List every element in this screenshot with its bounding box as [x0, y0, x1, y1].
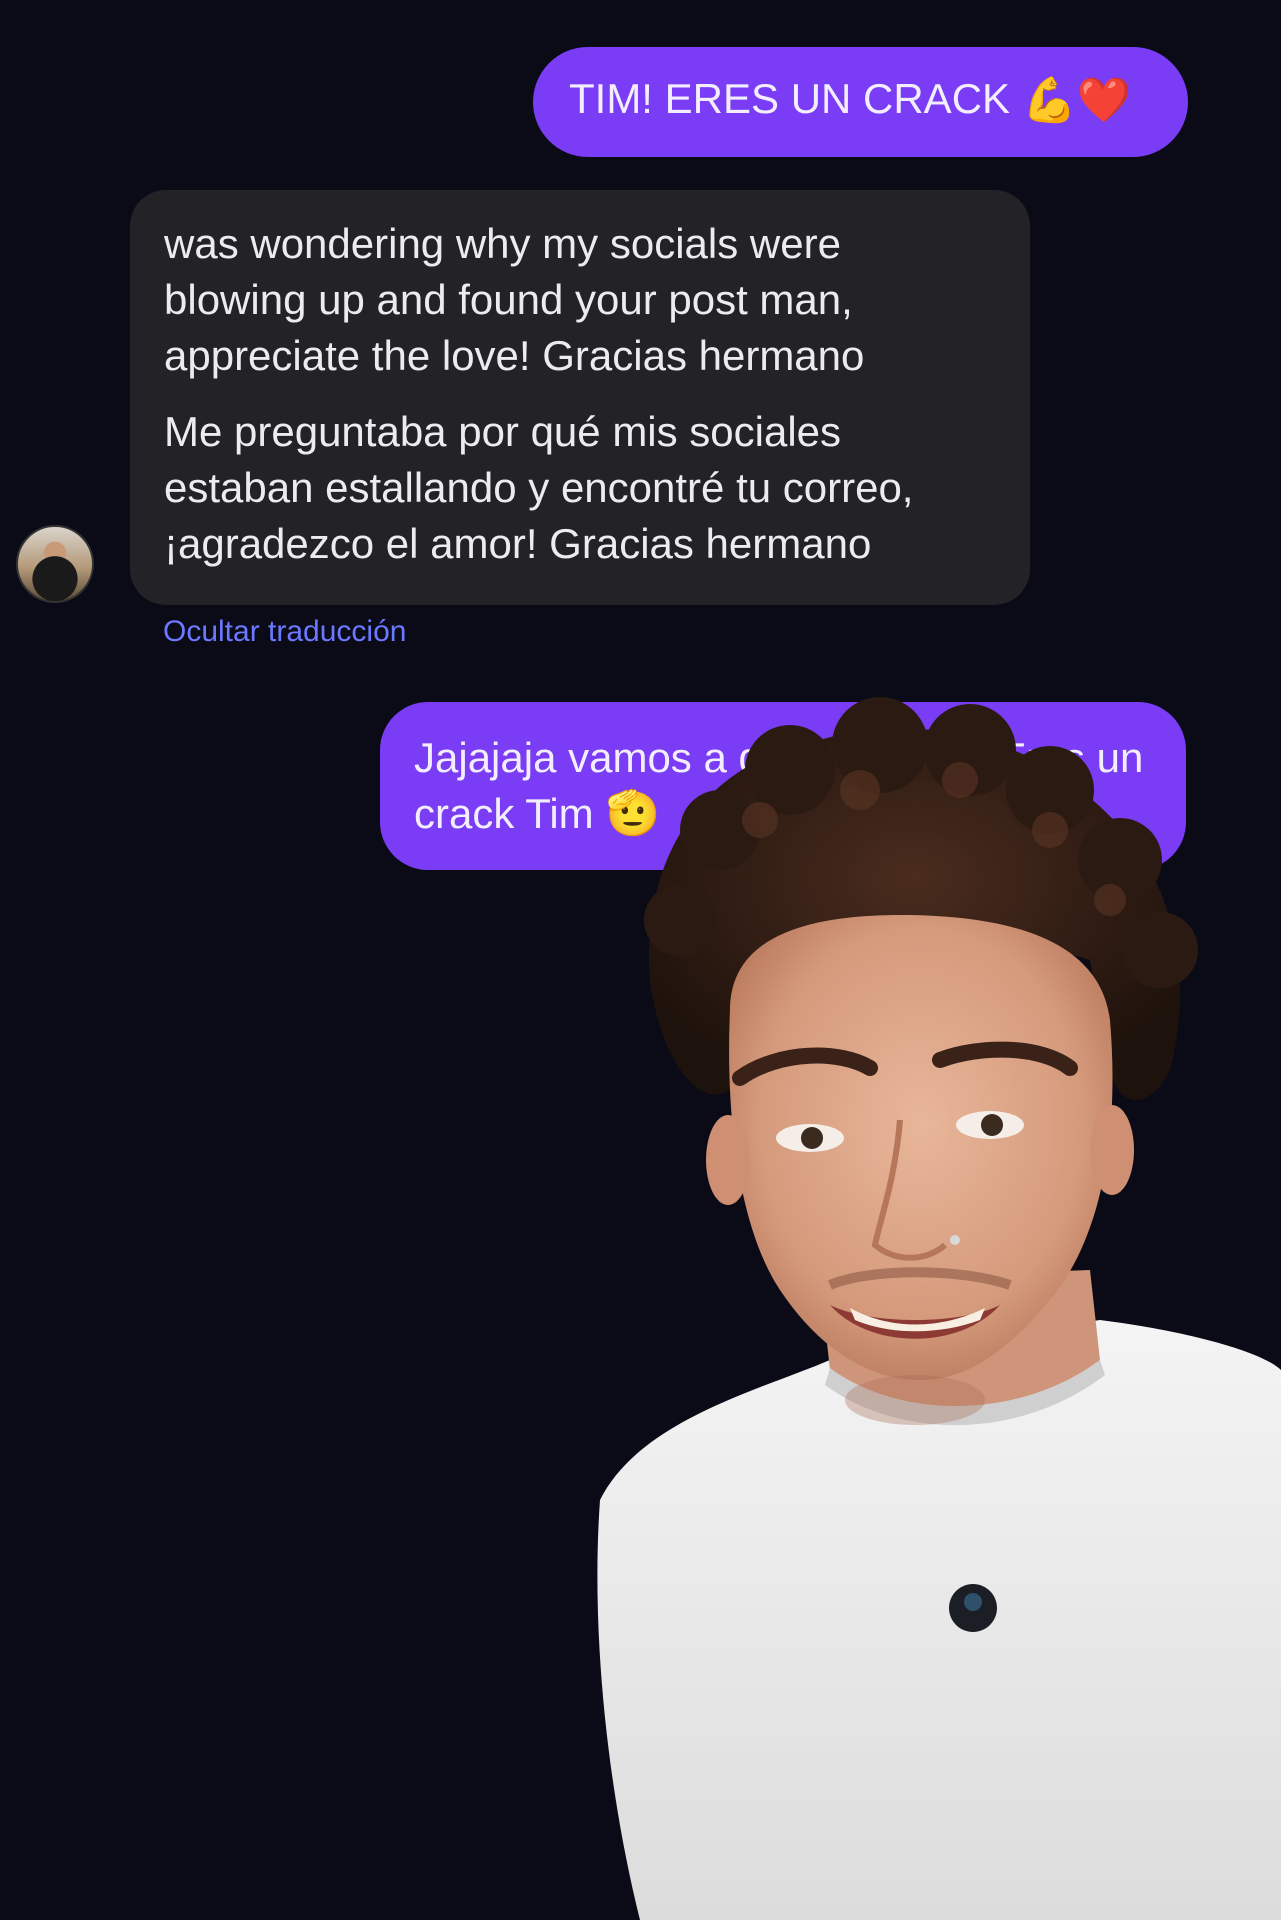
message-text: Jajajaja vamos a da — [414, 734, 786, 781]
message-line: crack Tim 🫡 — [414, 786, 1146, 842]
outgoing-message[interactable]: TIM! ERES UN CRACK 💪❤️ — [533, 47, 1188, 157]
sender-avatar[interactable] — [16, 525, 94, 603]
hide-translation-link[interactable]: Ocultar traducción — [163, 612, 406, 652]
message-original-text: was wondering why my socials were blowin… — [164, 220, 865, 379]
emoji-group: 💪❤️ — [1022, 73, 1132, 129]
chat-thread: TIM! ERES UN CRACK 💪❤️ was wondering why … — [0, 0, 1281, 1920]
incoming-message[interactable]: was wondering why my socials were blowin… — [130, 190, 1030, 605]
outgoing-message[interactable]: Jajajaja vamos a da ! Eres un crack Tim 🫡 — [380, 702, 1186, 870]
message-line: Jajajaja vamos a da ! Eres un — [414, 730, 1146, 786]
message-text-continued: ! Eres un — [975, 734, 1144, 781]
red-heart-icon: ❤️ — [1076, 76, 1132, 125]
saluting-face-icon: 🫡 — [605, 789, 661, 838]
message-text-line2: crack Tim — [414, 790, 594, 837]
message-translated-text: Me preguntaba por qué mis sociales estab… — [164, 408, 914, 567]
flexed-biceps-icon: 💪 — [1022, 76, 1077, 125]
message-text: TIM! ERES UN CRACK — [569, 75, 1011, 122]
